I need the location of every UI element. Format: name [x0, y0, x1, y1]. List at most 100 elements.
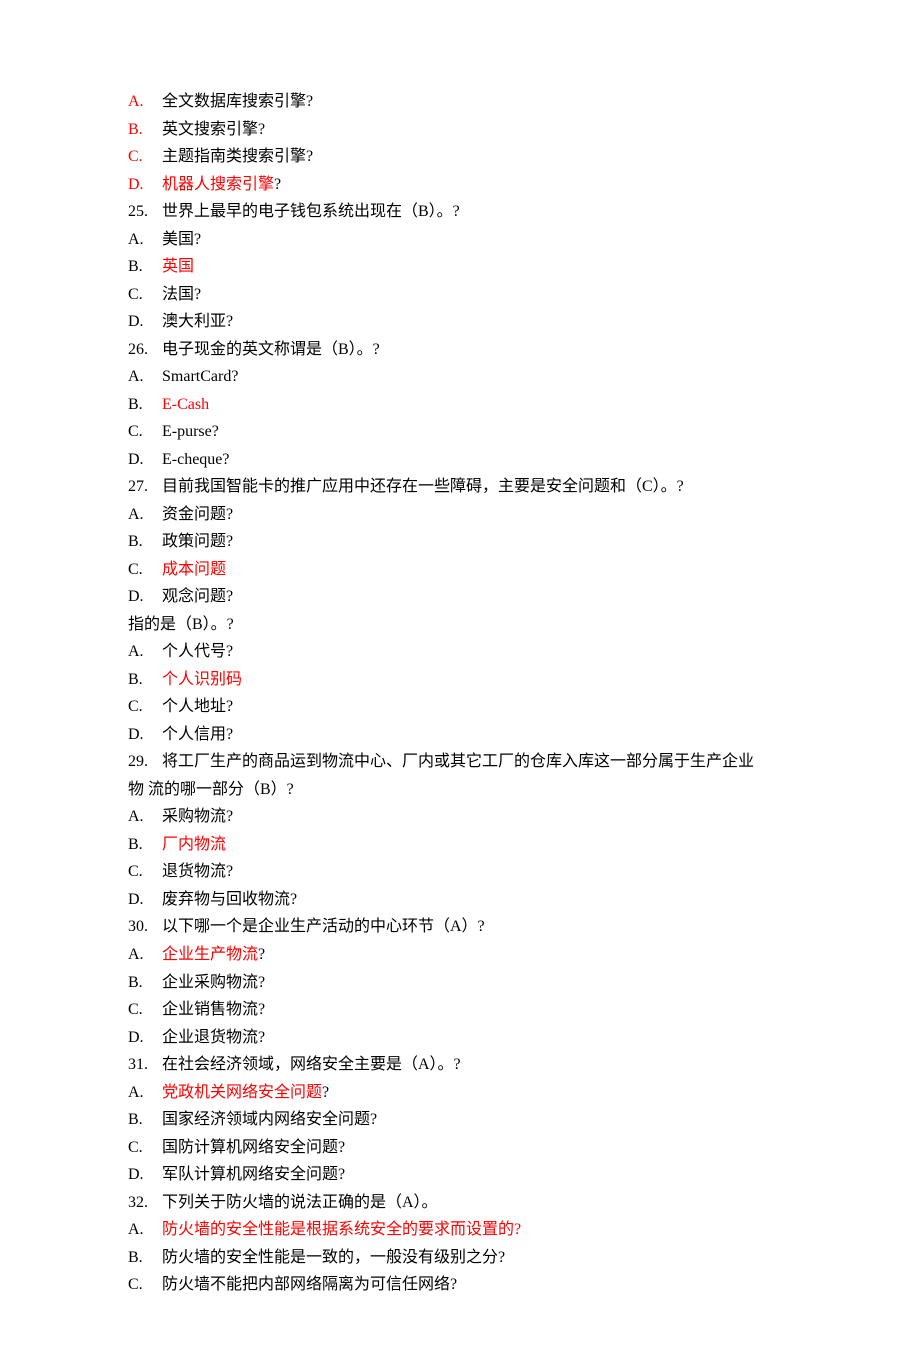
line-label: D. [128, 1161, 162, 1189]
line-label: A. [128, 941, 162, 969]
text-span: 个人识别码 [162, 671, 242, 688]
text-line: B.防火墙的安全性能是一致的，一般没有级别之分? [128, 1244, 800, 1272]
text-span: 主题指南类搜索引擎? [162, 148, 313, 165]
text-span: 企业退货物流? [162, 1029, 265, 1046]
line-label: B. [128, 1106, 162, 1134]
text-span: 全文数据库搜索引擎? [162, 93, 313, 110]
line-label: D. [128, 171, 162, 199]
text-span: 澳大利亚? [162, 313, 233, 330]
text-span: 防火墙不能把内部网络隔离为可信任网络? [162, 1276, 457, 1293]
text-line: A.美国? [128, 226, 800, 254]
text-span: 电子现金的英文称谓是（B）。? [162, 341, 380, 358]
text-line: C.企业销售物流? [128, 996, 800, 1024]
line-label: D. [128, 308, 162, 336]
text-line: 物 流的哪一部分（B）? [128, 776, 800, 804]
text-span: 厂内物流 [162, 836, 226, 853]
text-line: D.废弃物与回收物流? [128, 886, 800, 914]
line-label: C. [128, 556, 162, 584]
text-span: ? [322, 1084, 329, 1101]
text-span: 以下哪一个是企业生产活动的中心环节（A）? [162, 918, 485, 935]
text-line: C.主题指南类搜索引擎? [128, 143, 800, 171]
line-label: A. [128, 88, 162, 116]
line-label: C. [128, 858, 162, 886]
text-line: A.防火墙的安全性能是根据系统安全的要求而设置的? [128, 1216, 800, 1244]
text-line: C.退货物流? [128, 858, 800, 886]
text-line: 32.下列关于防火墙的说法正确的是（A）。 [128, 1189, 800, 1217]
text-line: 29.将工厂生产的商品运到物流中心、厂内或其它工厂的仓库入库这一部分属于生产企业 [128, 748, 800, 776]
text-span: 成本问题 [162, 561, 226, 578]
line-label: B. [128, 116, 162, 144]
text-line: D.机器人搜索引擎? [128, 171, 800, 199]
line-label: A. [128, 638, 162, 666]
text-span: 退货物流? [162, 863, 233, 880]
text-span: E-cheque? [162, 451, 230, 468]
text-line: B.英文搜索引擎? [128, 116, 800, 144]
text-line: A.党政机关网络安全问题? [128, 1079, 800, 1107]
line-label: C. [128, 1271, 162, 1299]
line-label: A. [128, 1216, 162, 1244]
text-line: A.全文数据库搜索引擎? [128, 88, 800, 116]
text-span: 个人代号? [162, 643, 233, 660]
line-label: D. [128, 721, 162, 749]
text-span: 在社会经济领域，网络安全主要是（A）。? [162, 1056, 461, 1073]
text-line: C.个人地址? [128, 693, 800, 721]
text-span: 废弃物与回收物流? [162, 891, 297, 908]
text-span: 企业销售物流? [162, 1001, 265, 1018]
text-span: 军队计算机网络安全问题? [162, 1166, 345, 1183]
line-label: B. [128, 831, 162, 859]
text-span: 下列关于防火墙的说法正确的是（A）。 [162, 1194, 438, 1211]
text-span: 个人信用? [162, 726, 233, 743]
text-line: D.澳大利亚? [128, 308, 800, 336]
text-line: A.资金问题? [128, 501, 800, 529]
text-span: ? [258, 946, 265, 963]
text-line: A.SmartCard? [128, 363, 800, 391]
line-label: 25. [128, 198, 162, 226]
text-line: 27.目前我国智能卡的推广应用中还存在一些障碍，主要是安全问题和（C）。? [128, 473, 800, 501]
document-page: A.全文数据库搜索引擎?B.英文搜索引擎?C.主题指南类搜索引擎?D.机器人搜索… [0, 0, 920, 1359]
text-line: D.观念问题? [128, 583, 800, 611]
text-line: 25.世界上最早的电子钱包系统出现在（B）。? [128, 198, 800, 226]
text-span: E-Cash [162, 396, 209, 413]
line-label: D. [128, 583, 162, 611]
text-line: D.企业退货物流? [128, 1024, 800, 1052]
text-span: 防火墙的安全性能是根据系统安全的要求而设置的? [162, 1221, 521, 1238]
line-label: C. [128, 996, 162, 1024]
text-span: 英文搜索引擎? [162, 121, 265, 138]
text-line: D.E-cheque? [128, 446, 800, 474]
line-label: B. [128, 253, 162, 281]
text-span: SmartCard? [162, 368, 238, 385]
text-line: D.军队计算机网络安全问题? [128, 1161, 800, 1189]
text-span: 党政机关网络安全问题 [162, 1084, 322, 1101]
text-span: 企业采购物流? [162, 974, 265, 991]
text-span: 目前我国智能卡的推广应用中还存在一些障碍，主要是安全问题和（C）。? [162, 478, 684, 495]
text-line: 26.电子现金的英文称谓是（B）。? [128, 336, 800, 364]
line-label: B. [128, 666, 162, 694]
text-span: 英国 [162, 258, 194, 275]
text-line: C.法国? [128, 281, 800, 309]
text-span: 法国? [162, 286, 201, 303]
text-line: B.E-Cash [128, 391, 800, 419]
text-line: B.英国 [128, 253, 800, 281]
line-label: 31. [128, 1051, 162, 1079]
line-label: 27. [128, 473, 162, 501]
text-span: 物 流的哪一部分（B）? [128, 781, 294, 798]
text-span: 个人地址? [162, 698, 233, 715]
text-span: ? [274, 176, 281, 193]
text-line: 31.在社会经济领域，网络安全主要是（A）。? [128, 1051, 800, 1079]
text-span: 美国? [162, 231, 201, 248]
line-label: 29. [128, 748, 162, 776]
line-label: 26. [128, 336, 162, 364]
text-line: A.企业生产物流? [128, 941, 800, 969]
line-label: C. [128, 1134, 162, 1162]
text-span: 国防计算机网络安全问题? [162, 1139, 345, 1156]
line-label: C. [128, 418, 162, 446]
line-label: A. [128, 501, 162, 529]
line-label: D. [128, 1024, 162, 1052]
text-line: 指的是（B）。? [128, 611, 800, 639]
text-span: 机器人搜索引擎 [162, 176, 274, 193]
line-label: A. [128, 226, 162, 254]
line-label: C. [128, 693, 162, 721]
line-label: C. [128, 281, 162, 309]
line-label: A. [128, 363, 162, 391]
text-span: E-purse? [162, 423, 219, 440]
